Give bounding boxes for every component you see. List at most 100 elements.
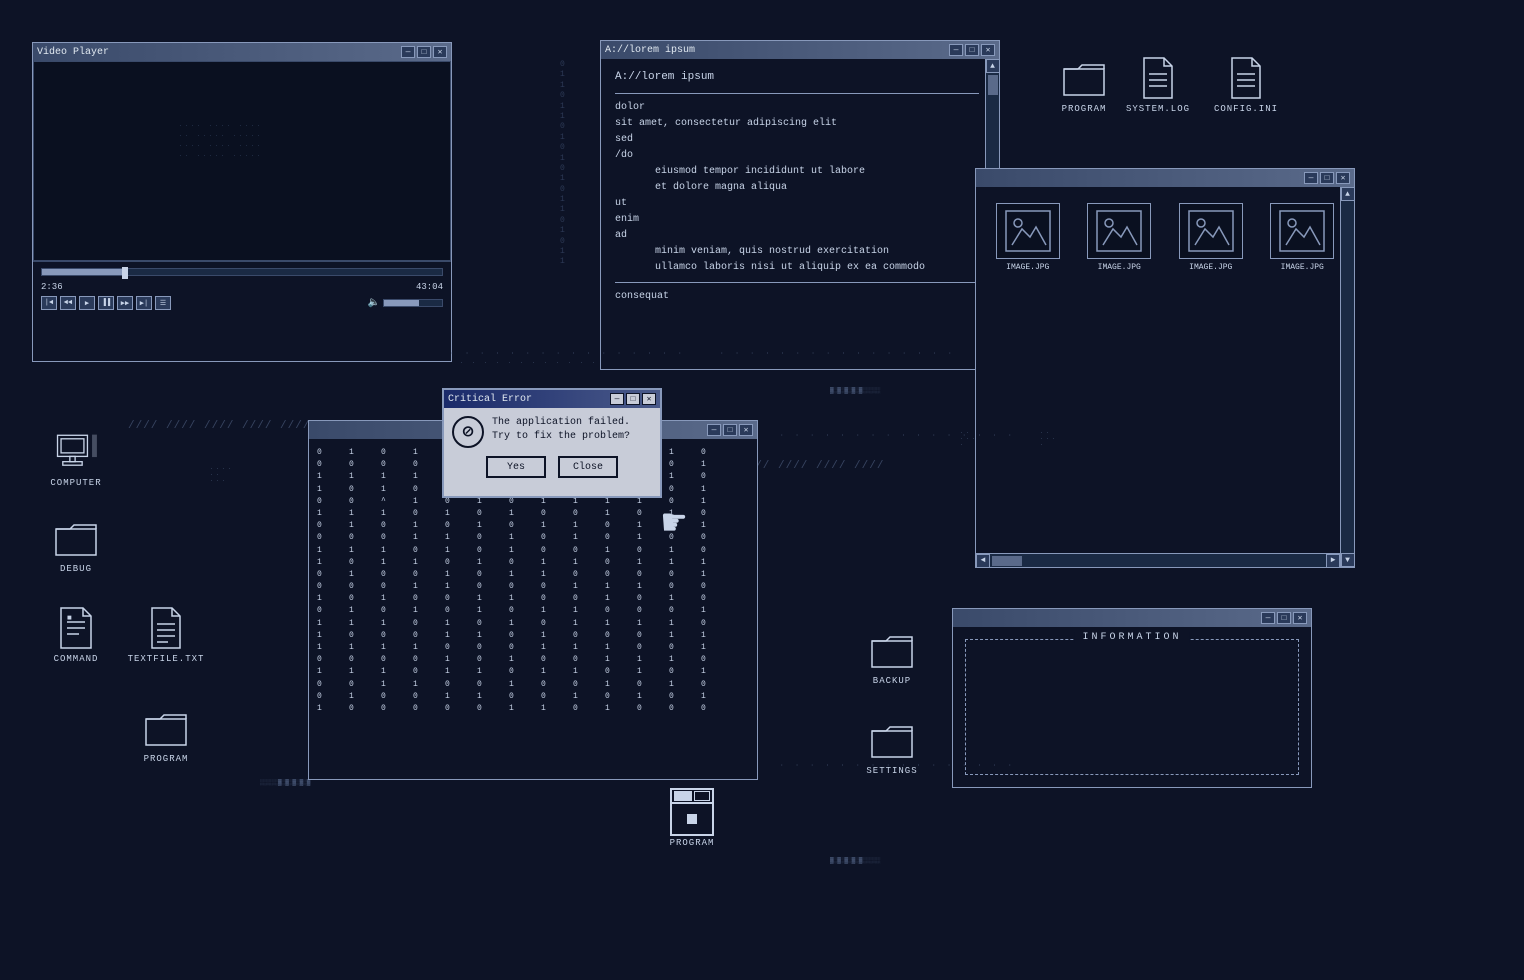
img-scroll-up[interactable]: ▲ bbox=[1341, 187, 1355, 201]
info-maximize[interactable]: □ bbox=[1277, 612, 1291, 624]
skip-forward-button[interactable]: ▶| bbox=[136, 296, 152, 310]
image-box-1 bbox=[996, 203, 1060, 259]
desktop-icon-program-bottom[interactable]: PROGRAM bbox=[652, 790, 732, 848]
program-folder-left-svg bbox=[144, 709, 188, 747]
video-progress-bar[interactable] bbox=[41, 268, 443, 276]
config-ini-label: CONFIG.INI bbox=[1214, 104, 1278, 114]
error-buttons: Yes Close bbox=[444, 456, 660, 486]
desktop-icon-program-top-right[interactable]: PROGRAM bbox=[1044, 56, 1124, 114]
program-top-right-svg bbox=[1062, 59, 1106, 97]
desktop-icon-computer[interactable]: COMPUTER bbox=[36, 430, 116, 488]
img-scroll-thumb-h[interactable] bbox=[992, 556, 1022, 566]
image-browser-scrollbar-y[interactable]: ▲ ▼ bbox=[1340, 187, 1354, 567]
video-progress-handle[interactable] bbox=[122, 267, 128, 279]
critical-error-titlebar: Critical Error — □ ✕ bbox=[444, 390, 660, 408]
img-scroll-down[interactable]: ▼ bbox=[1341, 553, 1355, 567]
desktop-icon-textfile[interactable]: TEXTFILE.TXT bbox=[126, 606, 206, 664]
video-player-titlebar: Video Player — □ ✕ bbox=[33, 43, 451, 61]
desktop-icon-settings[interactable]: SETTINGS bbox=[852, 718, 932, 776]
image-label-2: IMAGE.JPG bbox=[1098, 263, 1141, 272]
image-thumb-icon-2 bbox=[1095, 209, 1143, 253]
image-browser-minimize[interactable]: — bbox=[1304, 172, 1318, 184]
critical-error-minimize[interactable]: — bbox=[610, 393, 624, 405]
desktop-icon-system-log[interactable]: SYSTEM.LOG bbox=[1118, 56, 1198, 114]
image-thumb-1[interactable]: IMAGE.JPG bbox=[988, 203, 1068, 272]
debug-label: DEBUG bbox=[60, 564, 92, 574]
critical-error-maximize[interactable]: □ bbox=[626, 393, 640, 405]
image-browser-maximize[interactable]: □ bbox=[1320, 172, 1334, 184]
error-yes-button[interactable]: Yes bbox=[486, 456, 546, 478]
video-player-title: Video Player bbox=[37, 47, 401, 58]
error-close-button[interactable]: Close bbox=[558, 456, 618, 478]
text-editor-close[interactable]: ✕ bbox=[981, 44, 995, 56]
settings-folder-svg bbox=[870, 721, 914, 759]
text-editor-titlebar: A://lorem ipsum — □ ✕ bbox=[601, 41, 999, 59]
matrix-close[interactable]: ✕ bbox=[739, 424, 753, 436]
critical-error-close[interactable]: ✕ bbox=[642, 393, 656, 405]
play-button[interactable]: ▶ bbox=[79, 296, 95, 310]
textfile-svg bbox=[148, 606, 184, 650]
matrix-minimize[interactable]: — bbox=[707, 424, 721, 436]
rewind-button[interactable]: ◄◄ bbox=[60, 296, 76, 310]
text-editor-maximize[interactable]: □ bbox=[965, 44, 979, 56]
video-controls-row: |◄ ◄◄ ▶ ▐▐ ▶▶ ▶| ☰ 🔈 bbox=[41, 296, 443, 310]
computer-icon bbox=[54, 430, 98, 474]
system-log-icon bbox=[1136, 56, 1180, 100]
image-browser-window: — □ ✕ IMAGE.JPG bbox=[975, 168, 1355, 568]
video-player-minimize[interactable]: — bbox=[401, 46, 415, 58]
text-line-10: minim veniam, quis nostrud exercitation bbox=[615, 244, 979, 260]
skip-back-button[interactable]: |◄ bbox=[41, 296, 57, 310]
video-time-current: 2:36 bbox=[41, 282, 63, 292]
backup-folder-icon bbox=[870, 628, 914, 672]
desktop-icon-backup[interactable]: BACKUP bbox=[852, 628, 932, 686]
textfile-icon bbox=[144, 606, 188, 650]
scroll-up[interactable]: ▲ bbox=[986, 59, 1000, 73]
info-content: INFORMATION bbox=[953, 627, 1311, 787]
text-editor-title: A://lorem ipsum bbox=[605, 45, 949, 56]
playlist-button[interactable]: ☰ bbox=[155, 296, 171, 310]
image-thumb-4[interactable]: IMAGE.JPG bbox=[1263, 203, 1343, 272]
matrix-col-1: 0011010011001011101001 bbox=[317, 447, 347, 714]
text-line-4: /do bbox=[615, 148, 979, 164]
matrix-col-13: 0101101001100101101010 bbox=[701, 447, 731, 714]
text-editor-buttons: — □ ✕ bbox=[949, 44, 995, 56]
error-icon: ⊘ bbox=[452, 416, 484, 448]
text-line-9: ad bbox=[615, 228, 979, 244]
text-line-url: A://lorem ipsum bbox=[615, 69, 979, 87]
backup-label: BACKUP bbox=[873, 676, 911, 686]
desktop-icon-debug[interactable]: DEBUG bbox=[36, 516, 116, 574]
img-scroll-left[interactable]: ◄ bbox=[976, 554, 990, 568]
text-line-3: sed bbox=[615, 132, 979, 148]
img-scroll-right[interactable]: ► bbox=[1326, 554, 1340, 568]
image-box-3 bbox=[1179, 203, 1243, 259]
image-thumb-3[interactable]: IMAGE.JPG bbox=[1171, 203, 1251, 272]
text-line-1: dolor bbox=[615, 100, 979, 116]
desktop-icon-command[interactable]: ■ COMMAND bbox=[36, 606, 116, 664]
floppy-label-area bbox=[694, 791, 710, 801]
info-close[interactable]: ✕ bbox=[1293, 612, 1307, 624]
scroll-thumb[interactable] bbox=[988, 75, 998, 95]
matrix-maximize[interactable]: □ bbox=[723, 424, 737, 436]
program-bottom-label: PROGRAM bbox=[670, 838, 715, 848]
text-editor-minimize[interactable]: — bbox=[949, 44, 963, 56]
config-ini-svg bbox=[1228, 56, 1264, 100]
volume-slider[interactable] bbox=[383, 299, 443, 307]
image-browser-scrollbar-x[interactable]: ◄ ► bbox=[976, 553, 1340, 567]
desktop-icon-config-ini[interactable]: CONFIG.INI bbox=[1206, 56, 1286, 114]
image-thumb-2[interactable]: IMAGE.JPG bbox=[1080, 203, 1160, 272]
image-browser-close[interactable]: ✕ bbox=[1336, 172, 1350, 184]
video-player-maximize[interactable]: □ bbox=[417, 46, 431, 58]
video-player-window: Video Player — □ ✕ ···· ···· ···· ·· ···… bbox=[32, 42, 452, 362]
video-time-row: 2:36 43:04 bbox=[41, 282, 443, 292]
settings-label: SETTINGS bbox=[866, 766, 917, 776]
command-label: COMMAND bbox=[54, 654, 99, 664]
video-player-close[interactable]: ✕ bbox=[433, 46, 447, 58]
fast-forward-button[interactable]: ▶▶ bbox=[117, 296, 133, 310]
floppy-shutter bbox=[674, 791, 692, 801]
text-line-11: ullamco laboris nisi ut aliquip ex ea co… bbox=[615, 260, 979, 276]
pause-button[interactable]: ▐▐ bbox=[98, 296, 114, 310]
desktop-icon-program-left[interactable]: PROGRAM bbox=[126, 706, 206, 764]
error-text: The application failed. Try to fix the p… bbox=[492, 416, 652, 444]
info-minimize[interactable]: — bbox=[1261, 612, 1275, 624]
info-window: — □ ✕ INFORMATION bbox=[952, 608, 1312, 788]
